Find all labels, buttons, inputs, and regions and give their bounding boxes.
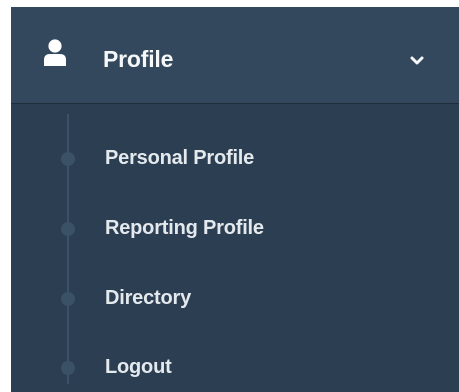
- bullet-icon: [61, 361, 75, 375]
- user-icon: [43, 39, 67, 67]
- submenu-item-reporting-profile[interactable]: Reporting Profile: [11, 200, 459, 256]
- submenu-item-label: Reporting Profile: [105, 217, 264, 239]
- bullet-icon: [61, 222, 75, 236]
- submenu-item-personal-profile[interactable]: Personal Profile: [11, 130, 459, 186]
- screenshot-frame: Profile Personal Profile Reporting Profi…: [0, 0, 459, 392]
- submenu-item-label: Directory: [105, 287, 192, 309]
- bullet-icon: [61, 292, 75, 306]
- submenu-item-directory[interactable]: Directory: [11, 270, 459, 326]
- chevron-down-icon[interactable]: [409, 54, 425, 66]
- bullet-icon: [61, 152, 75, 166]
- profile-menu-toggle[interactable]: Profile: [11, 7, 459, 104]
- submenu-item-label: Logout: [105, 356, 172, 378]
- sidebar-nav: Profile Personal Profile Reporting Profi…: [11, 7, 459, 392]
- profile-submenu: Personal Profile Reporting Profile Direc…: [11, 104, 459, 392]
- submenu-item-label: Personal Profile: [105, 147, 255, 169]
- profile-menu-title: Profile: [103, 46, 174, 72]
- submenu-item-logout[interactable]: Logout: [11, 339, 459, 392]
